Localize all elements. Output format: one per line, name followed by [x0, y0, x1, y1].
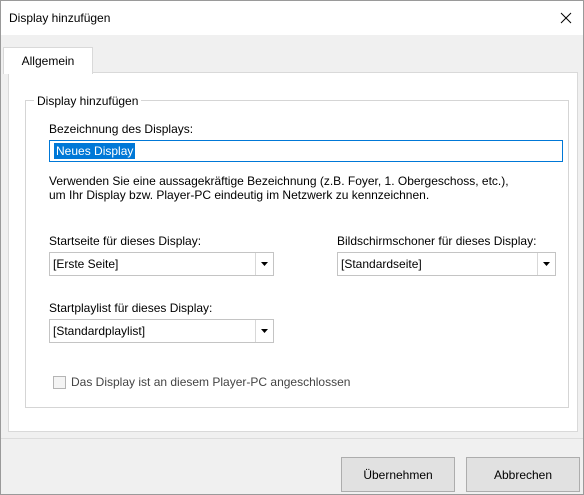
cancel-button-label: Abbrechen	[493, 467, 553, 482]
groupbox-legend: Display hinzufügen	[34, 94, 142, 108]
chevron-down-icon	[543, 262, 550, 266]
tab-allgemein[interactable]: Allgemein	[3, 47, 93, 74]
cancel-button[interactable]: Abbrechen	[466, 457, 580, 492]
hint-line-2: um Ihr Display bzw. Player-PC eindeutig …	[49, 188, 430, 202]
screensaver-label: Bildschirmschoner für dieses Display:	[337, 234, 537, 248]
startpage-label: Startseite für dieses Display:	[49, 234, 202, 248]
screensaver-value: [Standardseite]	[341, 257, 422, 271]
display-name-value: Neues Display	[54, 143, 136, 159]
hint-line-1: Verwenden Sie eine aussagekräftige Bezei…	[49, 174, 509, 188]
dialog-window: Display hinzufügen Allgemein Display hin…	[0, 0, 584, 495]
dialog-title: Display hinzufügen	[9, 11, 111, 25]
screensaver-select[interactable]: [Standardseite]	[337, 252, 556, 276]
close-button[interactable]	[549, 1, 583, 35]
connected-checkbox-row[interactable]: Das Display ist an diesem Player-PC ange…	[53, 375, 350, 389]
display-name-hint: Verwenden Sie eine aussagekräftige Bezei…	[49, 174, 559, 202]
apply-button-label: Übernehmen	[363, 467, 433, 482]
playlist-label: Startplaylist für dieses Display:	[49, 301, 213, 315]
connected-checkbox-label: Das Display ist an diesem Player-PC ange…	[71, 375, 351, 389]
display-name-label: Bezeichnung des Displays:	[49, 122, 194, 136]
connected-checkbox[interactable]	[53, 375, 66, 389]
startpage-value: [Erste Seite]	[53, 257, 119, 271]
screensaver-dropdown-button[interactable]	[537, 253, 555, 275]
close-icon	[560, 12, 572, 24]
playlist-value: [Standardplaylist]	[53, 324, 146, 338]
tab-allgemein-label: Allgemein	[21, 54, 75, 68]
tab-strip: Allgemein	[1, 35, 583, 74]
chevron-down-icon	[261, 262, 268, 266]
title-bar: Display hinzufügen	[1, 1, 583, 35]
apply-button[interactable]: Übernehmen	[341, 457, 455, 492]
display-name-input[interactable]: Neues Display	[49, 140, 563, 162]
playlist-select[interactable]: [Standardplaylist]	[49, 319, 274, 343]
startpage-select[interactable]: [Erste Seite]	[49, 252, 274, 276]
startpage-dropdown-button[interactable]	[255, 253, 273, 275]
playlist-dropdown-button[interactable]	[255, 320, 273, 342]
chevron-down-icon	[261, 329, 268, 333]
